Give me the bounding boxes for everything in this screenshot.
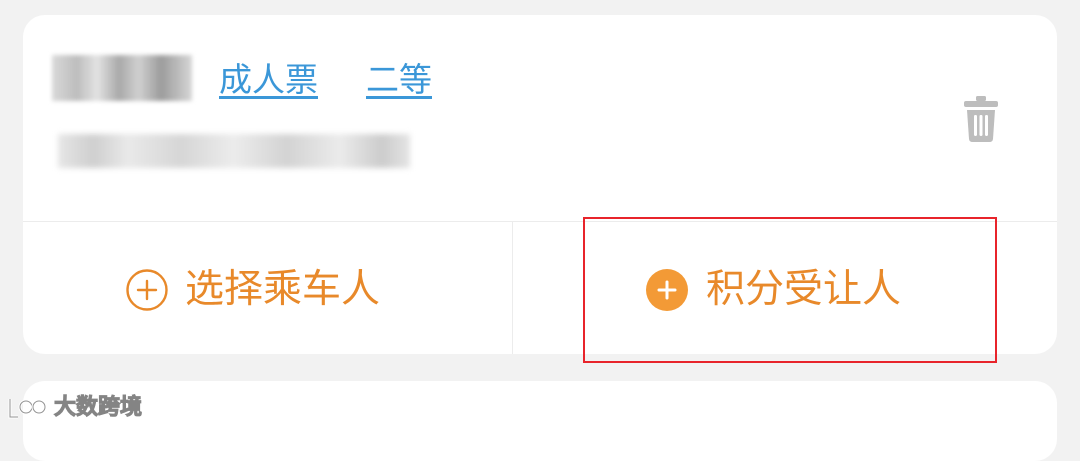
select-passenger-label: 选择乘车人 [185,267,381,312]
ticket-type-link[interactable]: 成人票 [219,56,318,104]
highlight-box [583,217,997,363]
watermark: 大数跨境 [6,394,143,422]
watermark-logo-icon [8,399,47,419]
select-passenger-button[interactable]: 选择乘车人 [126,264,380,316]
passenger-id-redacted [58,134,410,168]
watermark-text: 大数跨境 [53,395,143,421]
next-card [23,381,1057,461]
plus-circle-outline-icon [126,269,168,311]
card-divider-vertical [512,222,513,354]
passenger-name-redacted [52,55,192,101]
trash-icon[interactable] [963,95,999,143]
seat-class-link[interactable]: 二等 [366,56,432,104]
